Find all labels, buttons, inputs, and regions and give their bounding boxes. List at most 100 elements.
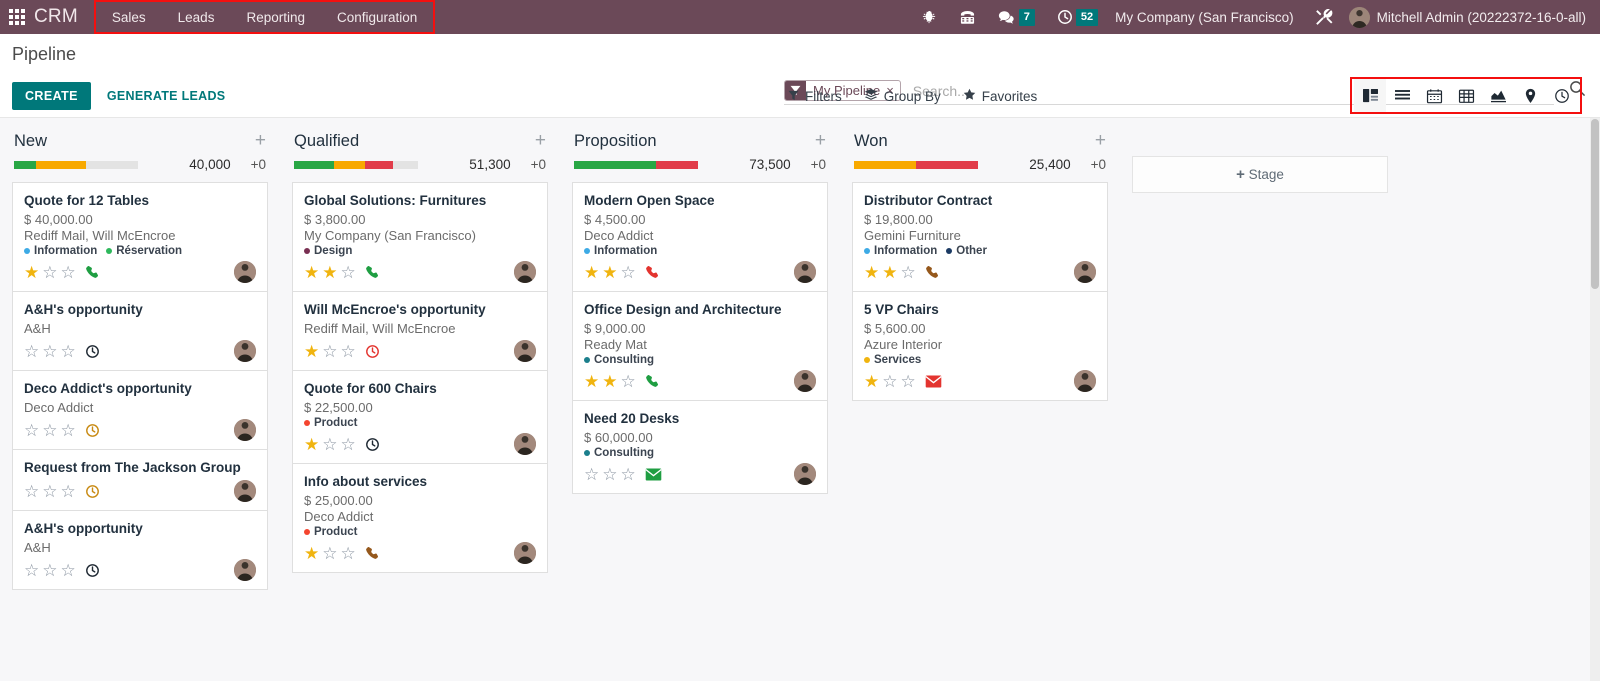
column-progressbar[interactable] (574, 161, 698, 169)
priority-star[interactable]: ★ (304, 343, 319, 360)
avatar[interactable] (794, 261, 816, 283)
priority-star[interactable]: ★ (584, 373, 599, 390)
filters-dropdown[interactable]: Filters (788, 89, 842, 104)
progress-segment[interactable] (14, 161, 36, 169)
priority-star[interactable]: ★ (882, 264, 897, 281)
priority-star[interactable]: ☆ (621, 466, 636, 483)
favorites-dropdown[interactable]: Favorites (963, 88, 1038, 104)
priority-star[interactable]: ☆ (42, 562, 57, 579)
clock-icon[interactable] (85, 344, 100, 359)
tag[interactable]: Other (946, 245, 987, 257)
menu-item-reporting[interactable]: Reporting (230, 2, 321, 32)
kanban-card[interactable]: Quote for 600 Chairs$ 22,500.00Product★☆… (292, 371, 548, 464)
phone-icon[interactable] (365, 265, 380, 280)
kanban-card[interactable]: Will McEncroe's opportunityRediff Mail, … (292, 292, 548, 371)
avatar[interactable] (514, 261, 536, 283)
priority-star[interactable]: ☆ (901, 264, 916, 281)
priority-star[interactable]: ☆ (61, 264, 76, 281)
kanban-card[interactable]: Deco Addict's opportunityDeco Addict☆☆☆ (12, 371, 268, 450)
priority-star[interactable]: ☆ (24, 422, 39, 439)
column-progressbar[interactable] (854, 161, 978, 169)
clock-icon[interactable] (365, 344, 380, 359)
column-header[interactable]: Won+ (852, 126, 1108, 153)
progress-segment[interactable] (393, 161, 418, 169)
priority-star[interactable]: ☆ (621, 373, 636, 390)
priority-star[interactable]: ★ (304, 264, 319, 281)
clock-icon[interactable] (365, 437, 380, 452)
priority-star[interactable]: ☆ (42, 264, 57, 281)
breadcrumb[interactable]: Pipeline (12, 34, 76, 65)
priority-star[interactable]: ☆ (61, 562, 76, 579)
priority-star[interactable]: ☆ (341, 343, 356, 360)
priority-star[interactable]: ☆ (61, 343, 76, 360)
priority-star[interactable]: ★ (864, 264, 879, 281)
avatar[interactable] (794, 463, 816, 485)
menu-item-leads[interactable]: Leads (162, 2, 231, 32)
apps-grid-icon[interactable] (0, 0, 34, 34)
progress-segment[interactable] (574, 161, 656, 169)
phone-icon[interactable] (925, 265, 940, 280)
column-header[interactable]: Proposition+ (572, 126, 828, 153)
generate-leads-button[interactable]: GENERATE LEADS (101, 88, 232, 104)
priority-star[interactable]: ★ (602, 373, 617, 390)
priority-star[interactable]: ★ (322, 264, 337, 281)
view-activity-button[interactable] (1546, 79, 1578, 112)
add-card-icon[interactable]: + (535, 134, 546, 148)
view-pivot-button[interactable] (1450, 79, 1482, 112)
phone-icon[interactable] (365, 546, 380, 561)
current-company[interactable]: My Company (San Francisco) (1109, 10, 1304, 25)
phone-icon[interactable] (645, 374, 660, 389)
add-card-icon[interactable]: + (815, 134, 826, 148)
kanban-card[interactable]: 5 VP Chairs$ 5,600.00Azure InteriorServi… (852, 292, 1108, 401)
kanban-card[interactable]: Info about services$ 25,000.00Deco Addic… (292, 464, 548, 573)
activities-clock-icon[interactable]: 52 (1046, 0, 1109, 34)
avatar[interactable] (794, 370, 816, 392)
add-stage-button[interactable]: + Stage (1132, 156, 1388, 193)
priority-star[interactable]: ☆ (602, 466, 617, 483)
progress-segment[interactable] (365, 161, 394, 169)
column-header[interactable]: Qualified+ (292, 126, 548, 153)
kanban-card[interactable]: Office Design and Architecture$ 9,000.00… (572, 292, 828, 401)
priority-star[interactable]: ★ (864, 373, 879, 390)
kanban-card[interactable]: Request from The Jackson Group☆☆☆ (12, 450, 268, 511)
priority-star[interactable]: ☆ (901, 373, 916, 390)
progress-segment[interactable] (334, 161, 365, 169)
priority-star[interactable]: ☆ (24, 343, 39, 360)
kanban-card[interactable]: Modern Open Space$ 4,500.00Deco AddictIn… (572, 182, 828, 292)
app-brand-crm[interactable]: CRM (34, 6, 92, 28)
column-header[interactable]: New+ (12, 126, 268, 153)
tag[interactable]: Information (864, 245, 937, 257)
avatar[interactable] (234, 419, 256, 441)
tag[interactable]: Réservation (106, 245, 182, 257)
avatar[interactable] (1074, 370, 1096, 392)
avatar[interactable] (234, 340, 256, 362)
envelope-icon[interactable] (645, 468, 662, 481)
tag[interactable]: Consulting (584, 447, 654, 459)
priority-star[interactable]: ☆ (584, 466, 599, 483)
tag[interactable]: Consulting (584, 354, 654, 366)
priority-star[interactable]: ★ (602, 264, 617, 281)
menu-item-sales[interactable]: Sales (96, 2, 162, 32)
phone-dialpad-icon[interactable] (948, 0, 987, 34)
view-map-button[interactable] (1514, 79, 1546, 112)
envelope-icon[interactable] (925, 375, 942, 388)
progress-segment[interactable] (854, 161, 916, 169)
kanban-card[interactable]: Distributor Contract$ 19,800.00Gemini Fu… (852, 182, 1108, 292)
phone-icon[interactable] (85, 265, 100, 280)
clock-icon[interactable] (85, 563, 100, 578)
clock-icon[interactable] (85, 423, 100, 438)
scrollbar-thumb[interactable] (1591, 119, 1599, 289)
kanban-card[interactable]: A&H's opportunityA&H☆☆☆ (12, 292, 268, 371)
priority-star[interactable]: ★ (304, 436, 319, 453)
tag[interactable]: Services (864, 354, 921, 366)
priority-star[interactable]: ★ (24, 264, 39, 281)
avatar[interactable] (514, 433, 536, 455)
progress-segment[interactable] (294, 161, 334, 169)
tools-wrench-icon[interactable] (1304, 0, 1345, 34)
priority-star[interactable]: ☆ (341, 264, 356, 281)
add-card-icon[interactable]: + (1095, 134, 1106, 148)
priority-star[interactable]: ☆ (42, 422, 57, 439)
add-card-icon[interactable]: + (255, 134, 266, 148)
create-button[interactable]: CREATE (12, 82, 91, 110)
avatar[interactable] (1074, 261, 1096, 283)
